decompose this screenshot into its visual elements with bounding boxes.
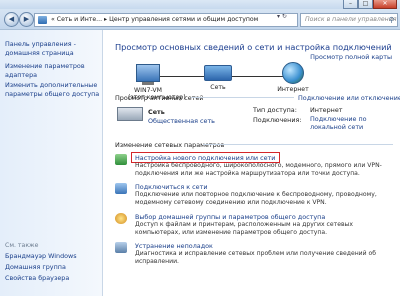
sidebar-link-firewall[interactable]: Брандмауэр Windows bbox=[5, 252, 101, 261]
address-bar-area: ◀ ▶ « Сеть и Инте... ▸ Центр управления … bbox=[0, 9, 400, 30]
maximize-button[interactable]: □ bbox=[358, 0, 373, 9]
main-content: Просмотр основных сведений о сети и наст… bbox=[103, 30, 400, 296]
back-arrow-icon: ◀ bbox=[8, 15, 15, 23]
sidebar-link-sharing[interactable]: Изменить дополнительные параметры общего… bbox=[5, 81, 101, 98]
network-name: Сеть bbox=[148, 108, 165, 116]
sidebar-link-browser-props[interactable]: Свойства браузера bbox=[5, 274, 101, 283]
close-button[interactable]: ✕ bbox=[373, 0, 397, 9]
task-title[interactable]: Настройка нового подключения или сети bbox=[135, 154, 275, 162]
access-type-value: Интернет bbox=[310, 106, 343, 114]
control-panel-icon bbox=[38, 16, 47, 24]
computer-icon bbox=[136, 64, 160, 82]
page-title: Просмотр основных сведений о сети и наст… bbox=[115, 42, 392, 52]
sidebar-link-adapter[interactable]: Изменение параметров адаптера bbox=[5, 62, 101, 79]
refresh-button[interactable]: ▾ ↻ bbox=[277, 13, 287, 20]
connections-label: Подключения: bbox=[253, 116, 302, 124]
new-connection-icon bbox=[115, 154, 127, 165]
connect-disconnect-link[interactable]: Подключение или отключение bbox=[298, 94, 400, 102]
task-desc: Диагностика и исправление сетевых пробле… bbox=[135, 250, 377, 265]
connect-icon bbox=[115, 183, 127, 194]
task-desc: Подключение или повторное подключение к … bbox=[135, 191, 377, 206]
network-icon bbox=[204, 65, 232, 81]
forward-button[interactable]: ▶ bbox=[19, 12, 34, 27]
node-network[interactable]: Сеть bbox=[203, 63, 233, 91]
network-map: WIN7-VM (этот компьютер) Сеть Интернет bbox=[103, 58, 400, 114]
connection-link[interactable]: Подключение по локальной сети bbox=[310, 115, 390, 131]
see-also-heading: См. также bbox=[5, 242, 39, 249]
minimize-button[interactable]: – bbox=[343, 0, 358, 9]
search-placeholder: Поиск в панели управления bbox=[305, 16, 397, 23]
task-title[interactable]: Выбор домашней группы и параметров общег… bbox=[135, 213, 325, 221]
access-type-label: Тип доступа: bbox=[253, 106, 297, 114]
left-pane: Панель управления - домашняя страница Из… bbox=[0, 30, 103, 296]
search-input[interactable]: Поиск в панели управления ⚲ bbox=[300, 13, 398, 27]
back-button[interactable]: ◀ bbox=[4, 12, 19, 27]
network-bench-icon bbox=[117, 107, 143, 121]
sidebar-link-home[interactable]: Панель управления - домашняя страница bbox=[5, 40, 101, 57]
task-title[interactable]: Подключиться к сети bbox=[135, 183, 207, 191]
title-bar: – □ ✕ bbox=[0, 0, 400, 9]
homegroup-icon bbox=[115, 213, 127, 224]
sidebar-link-homegroup[interactable]: Домашняя группа bbox=[5, 263, 101, 272]
search-icon[interactable]: ⚲ bbox=[389, 16, 394, 24]
breadcrumb[interactable]: « Сеть и Инте... ▸ Центр управления сетя… bbox=[51, 16, 258, 23]
task-desc: Настройка беспроводного, широкополосного… bbox=[135, 162, 382, 177]
task-title[interactable]: Устранение неполадок bbox=[135, 242, 213, 250]
network-type-link[interactable]: Общественная сеть bbox=[148, 117, 215, 125]
node-internet[interactable]: Интернет bbox=[273, 62, 313, 93]
change-settings-heading: Изменение сетевых параметров bbox=[115, 141, 225, 149]
forward-arrow-icon: ▶ bbox=[23, 15, 30, 23]
globe-icon bbox=[282, 62, 304, 84]
active-networks-heading: Просмотр активных сетей bbox=[115, 94, 204, 102]
task-desc: Доступ к файлам и принтерам, расположенн… bbox=[135, 221, 353, 236]
troubleshoot-icon bbox=[115, 242, 127, 253]
address-field[interactable]: « Сеть и Инте... ▸ Центр управления сетя… bbox=[34, 13, 298, 27]
